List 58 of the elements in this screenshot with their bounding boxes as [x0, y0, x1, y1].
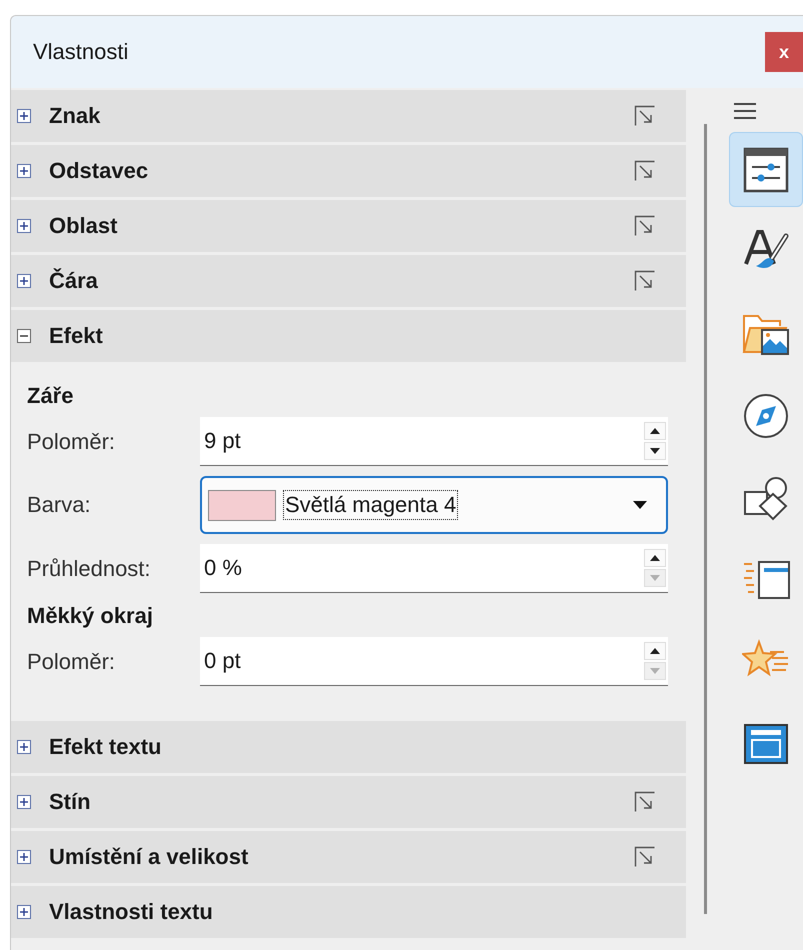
field-label: Poloměr:	[27, 648, 116, 674]
section-header[interactable]: Efekt textu	[11, 721, 686, 773]
more-options-icon[interactable]	[634, 105, 656, 127]
spin-up-icon[interactable]	[644, 422, 666, 440]
expand-icon[interactable]	[17, 274, 31, 288]
field-label: Průhlednost:	[27, 556, 152, 582]
section-title: Efekt	[49, 323, 104, 349]
more-options-icon[interactable]	[634, 160, 656, 182]
spin-field[interactable]: 9 pt	[200, 417, 668, 466]
field-label: Poloměr:	[27, 428, 116, 454]
expand-icon[interactable]	[17, 740, 31, 754]
section-title: Stín	[49, 789, 92, 815]
close-button[interactable]: x	[765, 32, 803, 72]
field-value: Světlá magenta 4	[284, 491, 458, 519]
sliders-window-icon	[742, 146, 790, 194]
menu-icon[interactable]	[733, 102, 757, 120]
section-title: Umístění a velikost	[49, 844, 250, 870]
expand-icon[interactable]	[17, 795, 31, 809]
field-value: 0 %	[204, 555, 243, 581]
expand-icon[interactable]	[17, 905, 31, 919]
section-header[interactable]: Oblast	[11, 200, 686, 252]
collapse-icon[interactable]	[17, 329, 31, 343]
spin-down-icon[interactable]	[644, 442, 666, 460]
field-value: 9 pt	[204, 428, 242, 454]
more-options-icon[interactable]	[634, 215, 656, 237]
color-dropdown[interactable]: Světlá magenta 4	[200, 476, 668, 534]
caret-icon	[632, 500, 648, 510]
section-title: Vlastnosti textu	[49, 899, 214, 925]
expand-icon[interactable]	[17, 219, 31, 233]
field-value: 0 pt	[204, 648, 242, 674]
section-title: Oblast	[49, 213, 118, 239]
spin-up-icon[interactable]	[644, 642, 666, 660]
section-title: Čára	[49, 268, 99, 294]
expand-icon[interactable]	[17, 109, 31, 123]
compass-icon	[742, 392, 790, 440]
spin-up-icon[interactable]	[644, 549, 666, 567]
section-header[interactable]: Čára	[11, 255, 686, 307]
section-header[interactable]: Umístění a velikost	[11, 831, 686, 883]
section-title: Efekt textu	[49, 734, 162, 760]
field-label: Barva:	[27, 492, 92, 518]
section-header[interactable]: Znak	[11, 90, 686, 142]
spin-field[interactable]: 0 %	[200, 544, 668, 593]
sidebar-tab[interactable]	[729, 132, 803, 207]
more-options-icon[interactable]	[634, 846, 656, 868]
section-header[interactable]: Efekt	[11, 310, 686, 362]
section-title: Odstavec	[49, 158, 150, 184]
expand-icon[interactable]	[17, 850, 31, 864]
expand-icon[interactable]	[17, 164, 31, 178]
more-options-icon[interactable]	[634, 270, 656, 292]
group-title: Měkký okraj	[27, 603, 153, 629]
group-title: Záře	[27, 383, 74, 409]
more-options-icon[interactable]	[634, 791, 656, 813]
section-title: Znak	[49, 103, 102, 129]
section-header[interactable]: Vlastnosti textu	[11, 886, 686, 938]
spin-field[interactable]: 0 pt	[200, 637, 668, 686]
section-header[interactable]: Stín	[11, 776, 686, 828]
window-title: Vlastnosti	[33, 39, 128, 65]
section-header[interactable]: Odstavec	[11, 145, 686, 197]
